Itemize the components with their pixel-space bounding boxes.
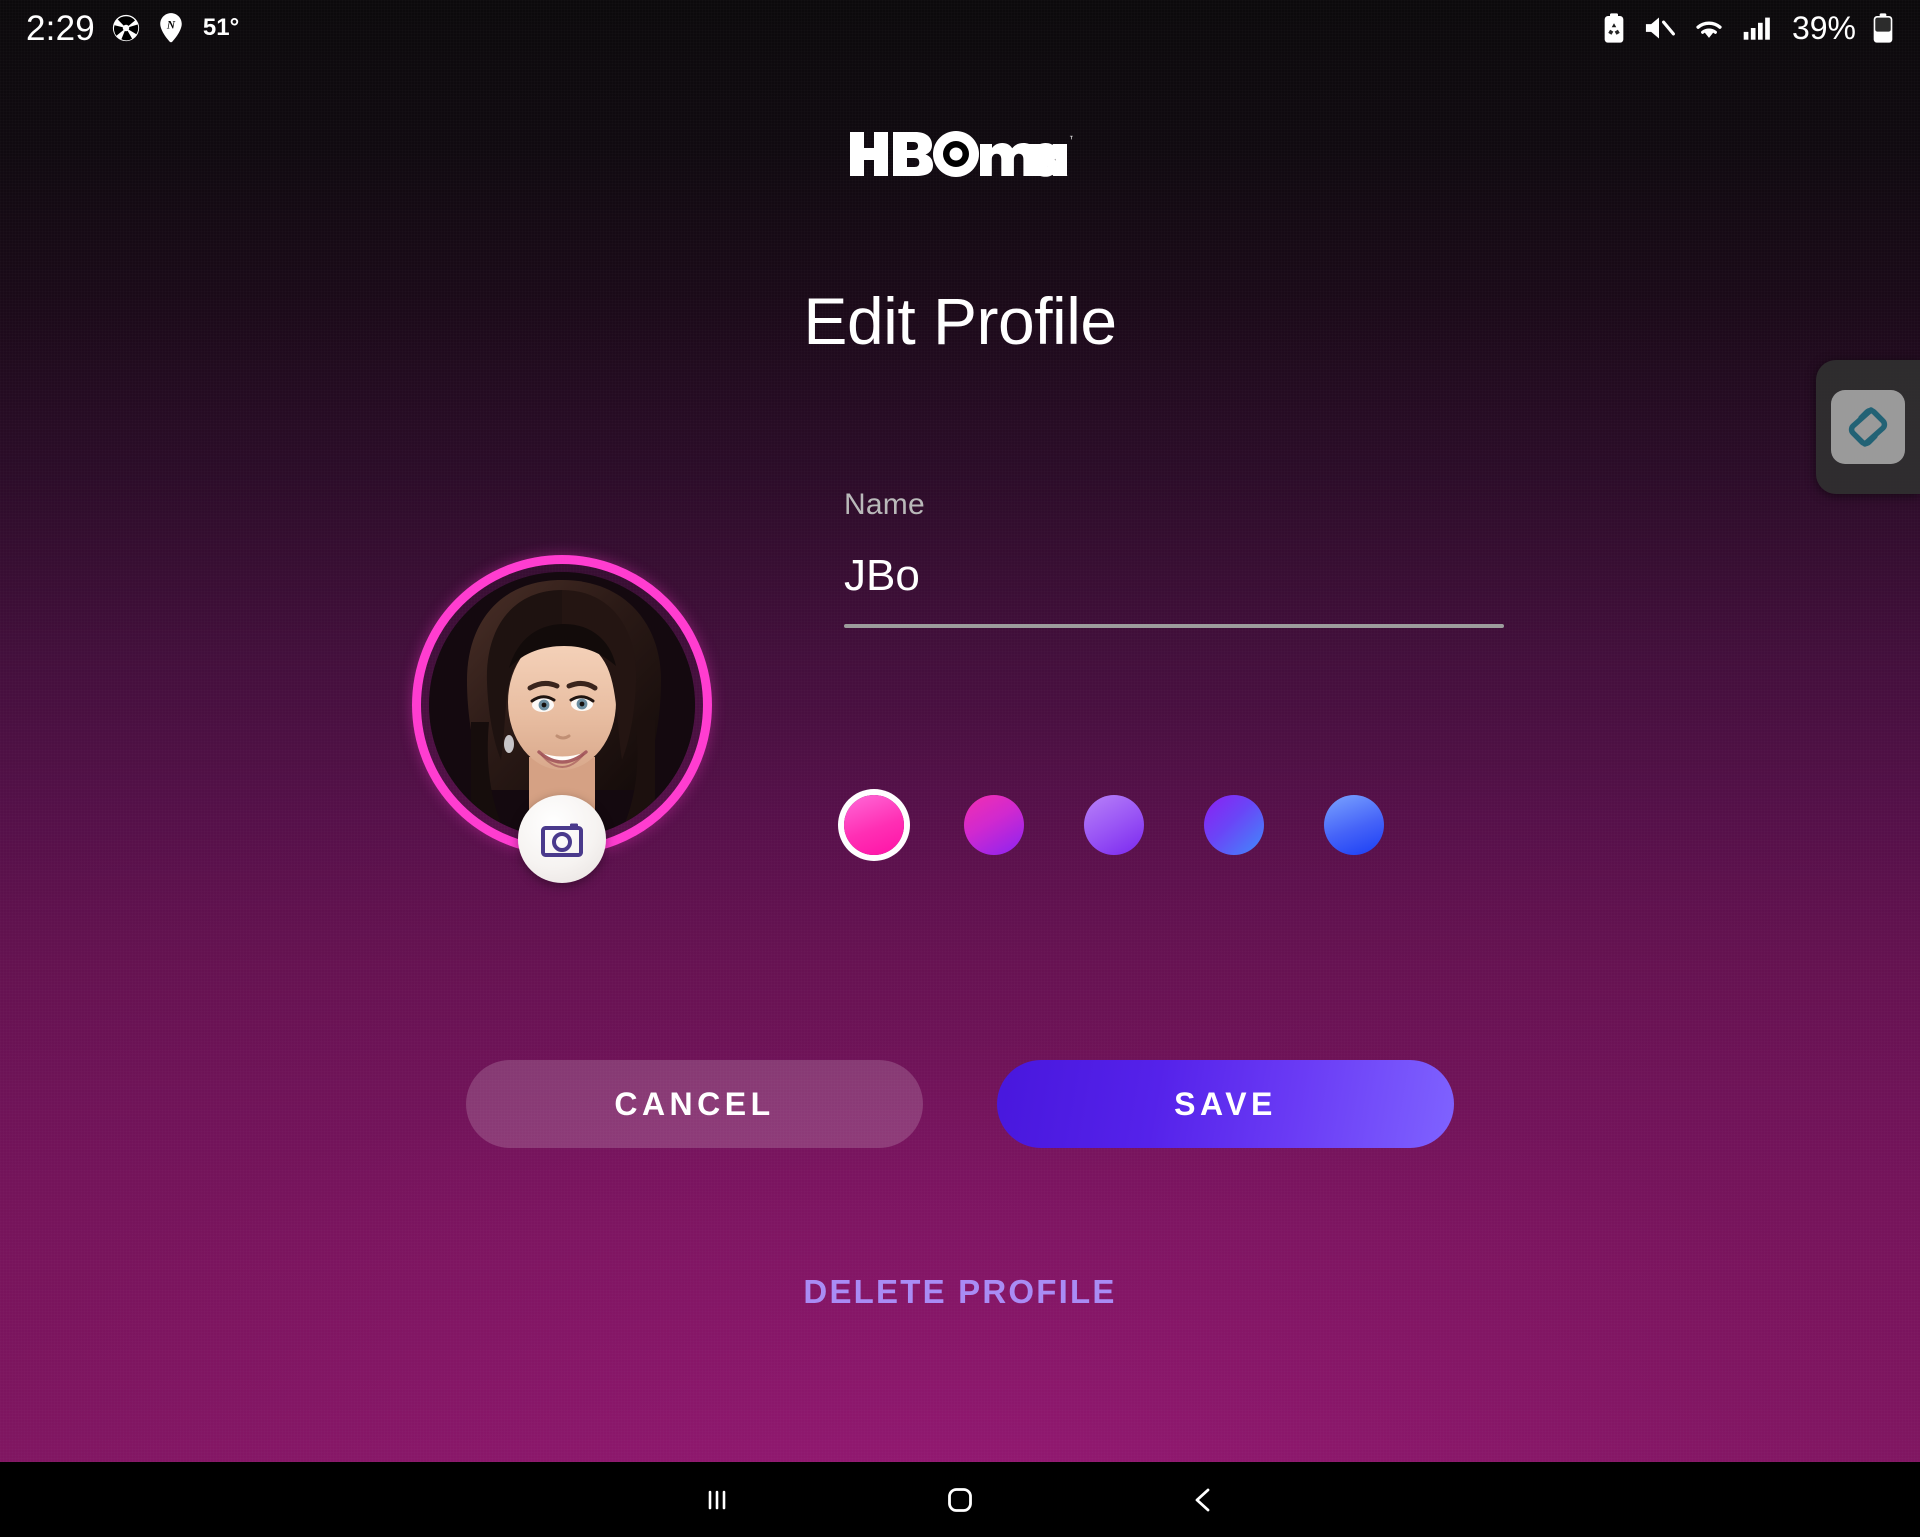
navigation-pin-icon: N — [157, 12, 185, 44]
back-button[interactable] — [1126, 1462, 1281, 1537]
page-title: Edit Profile — [803, 284, 1117, 358]
nav-spacer-left — [795, 1499, 883, 1500]
action-buttons: CANCEL SAVE — [0, 1060, 1920, 1148]
status-bar: 2:29 N 51° 39% — [0, 0, 1920, 56]
mute-icon — [1642, 13, 1676, 43]
color-swatch-violet[interactable] — [1084, 795, 1144, 855]
phone-screen: 2:29 N 51° 39% Edit Profile Name JBo CAN… — [0, 0, 1920, 1537]
recents-button[interactable] — [640, 1462, 795, 1537]
android-nav-bar — [0, 1462, 1920, 1537]
color-swatch-list — [844, 795, 1384, 855]
edge-panel-app-icon[interactable] — [1816, 360, 1920, 494]
status-bar-right: 39% — [1602, 12, 1894, 44]
battery-icon — [1872, 12, 1894, 44]
home-button[interactable] — [883, 1462, 1038, 1537]
home-icon — [948, 1487, 972, 1512]
status-clock: 2:29 — [26, 8, 95, 48]
avatar[interactable] — [412, 555, 712, 883]
name-label: Name — [844, 488, 925, 521]
interlocking-squares-icon — [1848, 407, 1888, 447]
app-icon-tile — [1831, 390, 1905, 464]
svg-text:™: ™ — [1069, 134, 1073, 144]
cancel-button[interactable]: CANCEL — [466, 1060, 923, 1148]
hbomax-wordmark-icon: ™ — [849, 131, 1073, 177]
color-swatch-magenta-purple[interactable] — [964, 795, 1024, 855]
delete-profile-button[interactable]: DELETE PROFILE — [0, 1272, 1920, 1312]
svg-text:N: N — [166, 20, 176, 32]
cellular-signal-icon — [1742, 15, 1774, 41]
brand-logo: ™ — [0, 126, 1920, 182]
wifi-icon — [1692, 15, 1726, 41]
name-input-underline — [844, 624, 1504, 629]
camera-icon — [541, 823, 583, 857]
name-input[interactable] — [844, 552, 1504, 601]
name-field: Name — [844, 488, 1504, 629]
status-bar-left: 2:29 N 51° — [26, 11, 239, 46]
color-swatch-purple-blue[interactable] — [1204, 795, 1264, 855]
change-photo-button[interactable] — [518, 795, 606, 883]
recents-icon — [708, 1490, 726, 1509]
color-swatch-pink[interactable] — [844, 795, 904, 855]
save-button[interactable]: SAVE — [997, 1060, 1454, 1148]
color-swatch-blue[interactable] — [1324, 795, 1384, 855]
hbomax-logo: ™ — [848, 126, 1073, 182]
back-icon — [1195, 1488, 1210, 1511]
nav-spacer-right — [1038, 1499, 1126, 1500]
battery-saver-icon — [1602, 12, 1626, 44]
status-battery-percent: 39% — [1791, 10, 1856, 46]
status-temperature: 51° — [202, 14, 240, 41]
camera-shutter-icon — [111, 13, 141, 43]
